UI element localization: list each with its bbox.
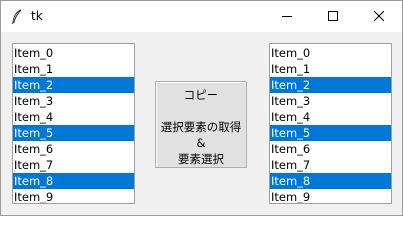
copy-button-label-line: コピー [183, 88, 219, 102]
left-list-item[interactable]: Item_6 [13, 141, 134, 157]
client-area: Item_0 Item_1 Item_2 Item_3 Item_4 Item_5 Item… [1, 32, 402, 215]
left-list-item[interactable]: Item_1 [13, 61, 134, 77]
copy-button-label-line: 要素選択 [178, 152, 224, 166]
close-button[interactable] [356, 1, 402, 32]
right-list-item[interactable]: Item_8 [270, 173, 391, 189]
copy-button-label-line: 選択要素の取得 [160, 120, 242, 134]
right-list-items: Item_0 Item_1 Item_2 Item_3 Item_4 Item_5 Item… [270, 45, 391, 203]
window-title: tk [31, 9, 43, 23]
copy-button-label-line: & [196, 136, 206, 150]
left-listbox[interactable]: Item_0 Item_1 Item_2 Item_3 Item_4 Item_5 Item… [12, 43, 135, 204]
right-list-item[interactable]: Item_5 [270, 125, 391, 141]
left-list-item[interactable]: Item_3 [13, 93, 134, 109]
left-list-item[interactable]: Item_0 [13, 45, 134, 61]
minimize-icon [282, 16, 292, 17]
copy-button[interactable]: コピー選択要素の取得 & 要素選択 [155, 81, 247, 168]
copy-button-label-line [156, 103, 246, 119]
minimize-button[interactable] [264, 1, 310, 32]
right-list-item[interactable]: Item_4 [270, 109, 391, 125]
left-list-item[interactable]: Item_4 [13, 109, 134, 125]
maximize-button[interactable] [310, 1, 356, 32]
left-list-item[interactable]: Item_2 [13, 77, 134, 93]
right-listbox[interactable]: Item_0 Item_1 Item_2 Item_3 Item_4 Item_5 Item… [269, 43, 392, 204]
tk-window: tk Item_0 Item_1 Item_2 Item_3 Item_4 Item_5 I… [0, 0, 403, 216]
right-list-item[interactable]: Item_0 [270, 45, 391, 61]
feather-icon [10, 9, 24, 25]
right-list-item[interactable]: Item_9 [270, 189, 391, 203]
left-list-item[interactable]: Item_7 [13, 157, 134, 173]
close-icon [374, 11, 384, 21]
right-list-item[interactable]: Item_7 [270, 157, 391, 173]
right-list-item[interactable]: Item_2 [270, 77, 391, 93]
left-list-items: Item_0 Item_1 Item_2 Item_3 Item_4 Item_5 Item… [13, 45, 134, 203]
left-list-item[interactable]: Item_5 [13, 125, 134, 141]
right-list-item[interactable]: Item_3 [270, 93, 391, 109]
right-list-item[interactable]: Item_1 [270, 61, 391, 77]
left-list-item[interactable]: Item_9 [13, 189, 134, 203]
right-list-item[interactable]: Item_6 [270, 141, 391, 157]
title-bar[interactable]: tk [1, 1, 402, 32]
left-list-item[interactable]: Item_8 [13, 173, 134, 189]
maximize-icon [328, 11, 338, 21]
